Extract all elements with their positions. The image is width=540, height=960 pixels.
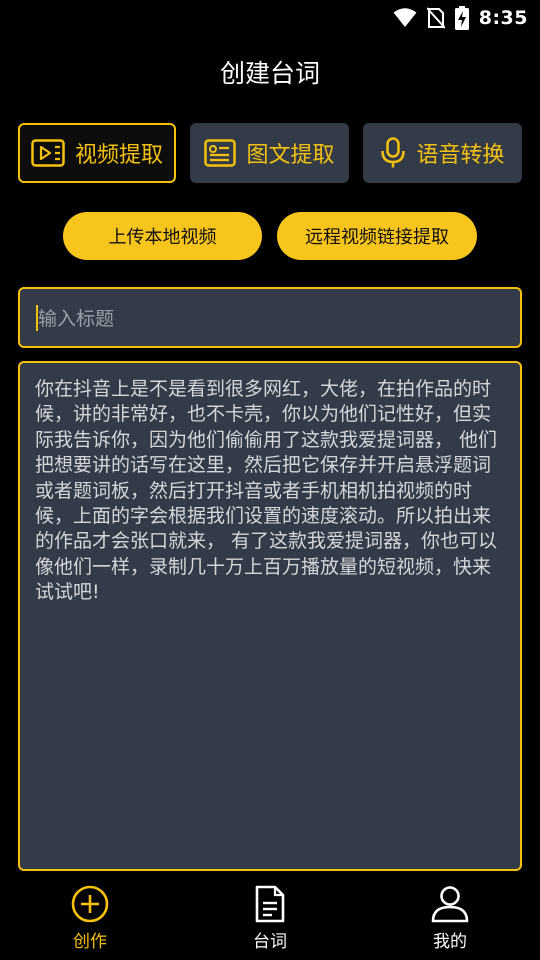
no-sim-icon	[426, 7, 445, 29]
remote-video-link-button[interactable]: 远程视频链接提取	[277, 212, 477, 260]
nav-item-profile[interactable]: 我的	[360, 878, 540, 960]
title-input-placeholder: 输入标题	[38, 308, 115, 330]
document-icon	[255, 885, 285, 923]
user-icon	[431, 886, 469, 923]
bottom-navigation: 创作 台词 我的	[0, 878, 540, 960]
nav-label: 创作	[73, 932, 107, 952]
nav-label: 台词	[253, 932, 287, 952]
nav-label: 我的	[433, 932, 467, 952]
image-text-icon	[204, 139, 237, 167]
status-time: 8:35	[478, 7, 528, 29]
tab-voice-convert[interactable]: 语音转换	[363, 123, 522, 183]
nav-item-create[interactable]: 创作	[0, 878, 180, 960]
tab-label: 视频提取	[74, 143, 163, 168]
tab-image-text-extract[interactable]: 图文提取	[190, 123, 349, 183]
script-content-text: 你在抖音上是不是看到很多网红，大佬，在拍作品的时候，讲的非常好，也不卡壳，你以为…	[35, 378, 498, 604]
nav-item-scripts[interactable]: 台词	[180, 878, 360, 960]
plus-circle-icon	[71, 885, 109, 923]
battery-charging-icon	[454, 6, 469, 30]
wifi-icon	[393, 8, 417, 27]
video-play-icon	[31, 139, 65, 167]
microphone-icon	[381, 137, 406, 168]
title-input[interactable]: 输入标题	[18, 287, 522, 348]
upload-local-video-button[interactable]: 上传本地视频	[63, 212, 262, 260]
script-content-textarea[interactable]: 你在抖音上是不是看到很多网红，大佬，在拍作品的时候，讲的非常好，也不卡壳，你以为…	[18, 361, 522, 871]
tab-label: 语音转换	[416, 143, 505, 168]
tab-video-extract[interactable]: 视频提取	[18, 123, 176, 183]
tab-label: 图文提取	[246, 143, 335, 168]
page-title: 创建台词	[219, 59, 320, 88]
status-icons: 8:35	[393, 6, 528, 30]
status-bar: 8:35	[0, 0, 540, 36]
